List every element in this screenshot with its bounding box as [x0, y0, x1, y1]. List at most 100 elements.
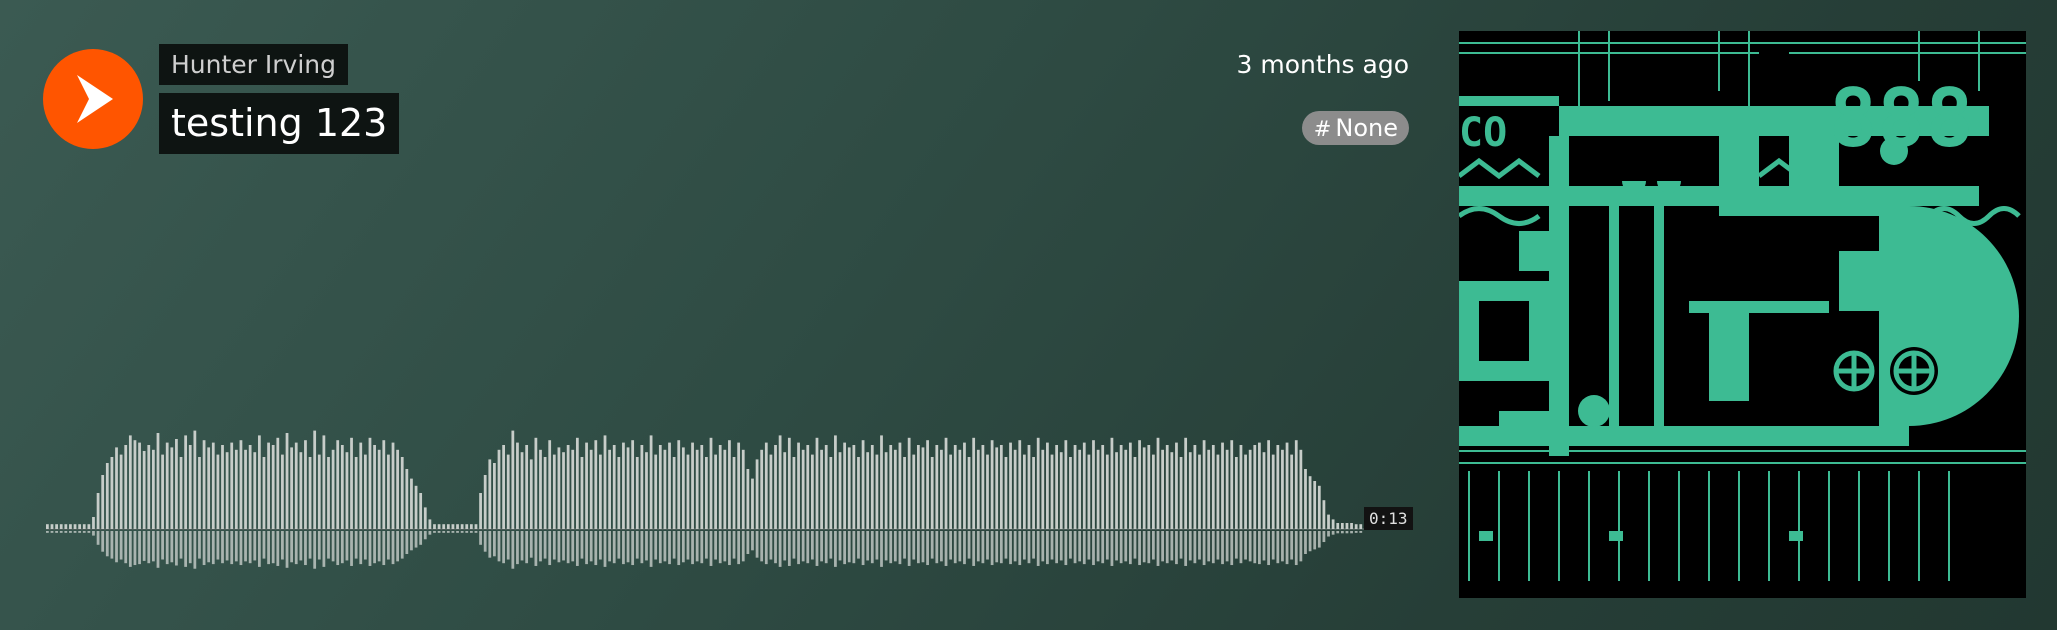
waveform-bar [1128, 442, 1132, 529]
waveform-bar [423, 507, 427, 529]
waveform-bar [893, 449, 897, 529]
artist-name-link[interactable]: Hunter Irving [159, 44, 349, 85]
waveform-bar-reflection [244, 531, 247, 562]
waveform-bar [50, 524, 54, 529]
waveform-bar-reflection [603, 531, 607, 567]
waveform-bar-reflection [875, 531, 879, 560]
waveform-bar-reflection [631, 531, 635, 566]
waveform-bar [313, 430, 317, 529]
track-title-link[interactable]: testing 123 [159, 93, 400, 154]
waveform-bar [1161, 449, 1164, 529]
waveform-bar-reflection [622, 531, 625, 565]
waveform-bar [972, 437, 976, 529]
waveform-bar [493, 463, 496, 529]
waveform-bar [96, 493, 100, 529]
waveform-bar-reflection [585, 531, 588, 565]
waveform-bar-reflection [1032, 531, 1035, 559]
waveform-bar-reflection [474, 531, 478, 533]
waveform-bar-reflection [410, 531, 413, 551]
waveform-bar [935, 445, 939, 529]
waveform-bar [1207, 449, 1211, 529]
waveform-bar-reflection [502, 531, 505, 564]
waveform-bar-reflection [949, 531, 953, 560]
waveform-bar [428, 519, 432, 529]
waveform-bar-reflection [912, 531, 916, 560]
waveform-bar [949, 454, 953, 529]
waveform-bar-reflection [363, 531, 367, 560]
waveform-bar [1193, 445, 1197, 529]
waveform-bar-reflection [340, 531, 344, 564]
waveform-bar [981, 445, 985, 529]
waveform-bar-reflection [1354, 531, 1358, 533]
waveform-bar-reflection [1276, 531, 1280, 564]
waveform-bar [336, 440, 340, 529]
waveform-bar-reflection [764, 531, 768, 565]
waveform-bar [649, 435, 653, 529]
waveform-bar-reflection [1244, 531, 1247, 560]
waveform-bar-reflection [903, 531, 906, 559]
waveform-bar [663, 449, 667, 529]
waveform-bar-reflection [1133, 531, 1137, 559]
waveform-bar-reflection [857, 531, 860, 559]
waveform-bar-reflection [488, 531, 492, 558]
waveform-bar [963, 442, 966, 529]
waveform-bar [340, 445, 344, 529]
waveform-bar-reflection [110, 531, 114, 559]
waveform-bar [976, 449, 980, 529]
waveform-bar-reflection [290, 531, 294, 563]
waveform-bar [1216, 454, 1220, 529]
waveform-bar [1244, 454, 1247, 529]
waveform-bar-reflection [64, 531, 68, 533]
waveform-bar [760, 449, 764, 529]
waveform-bar [700, 445, 704, 529]
waveform-bar [1041, 449, 1045, 529]
waveform-bar-reflection [843, 531, 847, 565]
waveform-bar-reflection [926, 531, 929, 566]
waveform-bar [672, 457, 676, 529]
waveform-bar-reflection [1299, 531, 1303, 562]
waveform-bar-reflection [101, 531, 105, 552]
waveform-bar-reflection [732, 531, 736, 559]
waveform-bar-reflection [1271, 531, 1275, 560]
waveform-bar-reflection [543, 531, 547, 559]
waveform-bar [658, 445, 662, 529]
waveform-bar-reflection [138, 531, 141, 565]
waveform-bar-reflection [331, 531, 335, 562]
waveform-bar-reflection [299, 531, 303, 561]
waveform-bar-reflection [626, 531, 630, 563]
waveform-bar [1308, 476, 1312, 529]
waveform-bar-reflection [866, 531, 870, 561]
waveform-bar [193, 430, 197, 529]
waveform-bar [1105, 454, 1109, 529]
waveform-bar-reflection [1078, 531, 1082, 562]
waveform-bar-reflection [525, 531, 529, 564]
waveform-bar-reflection [1115, 531, 1118, 561]
waveform-bar-reflection [234, 531, 238, 562]
waveform-bar-reflection [838, 531, 842, 561]
waveform-bar [1156, 437, 1160, 529]
waveform-bar [331, 449, 335, 529]
waveform-bar [898, 442, 902, 529]
waveform-bar-reflection [741, 531, 745, 562]
waveform-bar-reflection [820, 531, 823, 562]
waveform-bar-reflection [359, 531, 363, 565]
waveform-bar-reflection [1331, 531, 1335, 535]
waveform-bar-reflection [801, 531, 805, 562]
waveform-bar-reflection [1350, 531, 1353, 534]
play-button[interactable] [43, 49, 143, 149]
waveform-bar-reflection [534, 531, 538, 566]
waveform-bar [239, 440, 243, 529]
genre-tag[interactable]: # None [1301, 111, 1409, 145]
waveform-bar [1004, 457, 1008, 529]
waveform-bar-reflection [382, 531, 386, 566]
waveform-bar [184, 435, 188, 529]
waveform-bar [1331, 519, 1335, 529]
waveform-bar [1142, 447, 1146, 529]
waveform[interactable] [46, 405, 1410, 585]
waveform-bar-reflection [147, 531, 151, 564]
waveform-bar [253, 452, 257, 529]
waveform-bar-reflection [1046, 531, 1049, 565]
waveform-bar-reflection [142, 531, 146, 561]
track-artwork[interactable]: 888 CO [1459, 31, 2026, 598]
waveform-bar [1354, 524, 1358, 529]
